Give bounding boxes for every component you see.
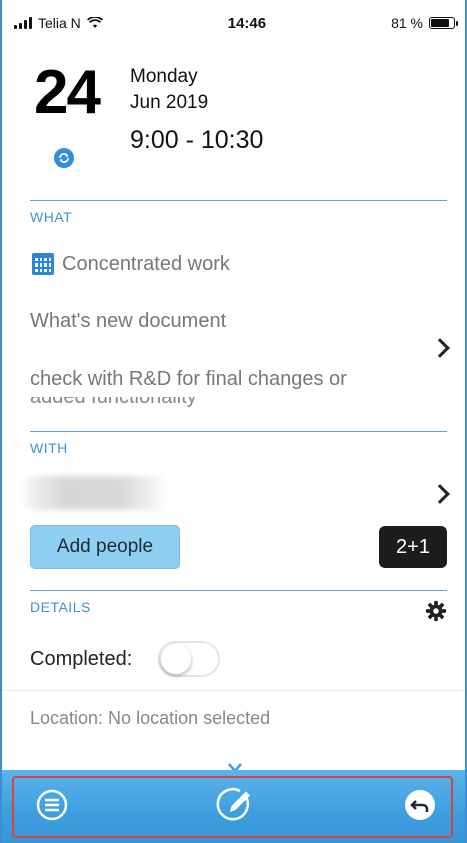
status-time: 14:46 [227, 14, 267, 32]
participant-name-redacted[interactable] [24, 476, 164, 510]
location-field[interactable]: Location: No location selected [30, 708, 270, 729]
chevron-right-icon[interactable] [430, 338, 450, 358]
menu-icon [36, 789, 68, 821]
category-label[interactable]: Concentrated work [62, 253, 230, 276]
event-note[interactable]: check with R&D for final changes or [30, 368, 347, 391]
what-header-label: WHAT [30, 209, 73, 225]
gear-icon[interactable] [425, 600, 447, 622]
sync-icon[interactable] [54, 148, 74, 168]
status-left: Telia N [14, 15, 103, 31]
chevron-right-icon[interactable] [430, 484, 450, 504]
with-header-label: WITH [30, 440, 68, 456]
event-note-continued: added functionality [30, 397, 197, 407]
back-button[interactable] [400, 785, 440, 825]
app-frame: Telia N 14:46 81 % 24 Monday Jun 2019 9:… [0, 0, 467, 843]
edit-button[interactable] [216, 785, 256, 825]
participant-count-badge[interactable]: 2+1 [379, 526, 447, 568]
details-header-label: DETAILS [30, 599, 91, 615]
event-title[interactable]: What's new document [30, 310, 226, 333]
time-range[interactable]: 9:00 - 10:30 [130, 126, 263, 155]
calendar-icon [32, 253, 54, 275]
with-section-header: WITH [30, 431, 447, 456]
completed-label: Completed: [30, 648, 133, 670]
signal-icon [14, 17, 32, 29]
status-bar: Telia N 14:46 81 % [2, 0, 465, 46]
day-number: 24 [34, 58, 101, 127]
what-section-header: WHAT [30, 200, 447, 225]
add-people-button[interactable]: Add people [30, 525, 180, 569]
details-section-header: DETAILS [30, 590, 447, 615]
wifi-icon [86, 17, 103, 28]
battery-icon [429, 17, 458, 29]
battery-percent: 81 % [391, 15, 423, 31]
menu-button[interactable] [32, 785, 72, 825]
weekday: Monday [130, 66, 198, 87]
toggle-knob [161, 644, 191, 674]
status-right: 81 % [391, 15, 458, 31]
completed-toggle[interactable] [158, 641, 220, 677]
divider [2, 690, 465, 691]
edit-icon [216, 787, 250, 821]
event-date-header: 24 Monday Jun 2019 9:00 - 10:30 [32, 62, 432, 182]
back-icon [405, 790, 435, 820]
month-year: Jun 2019 [130, 92, 209, 113]
carrier-name: Telia N [38, 15, 81, 31]
